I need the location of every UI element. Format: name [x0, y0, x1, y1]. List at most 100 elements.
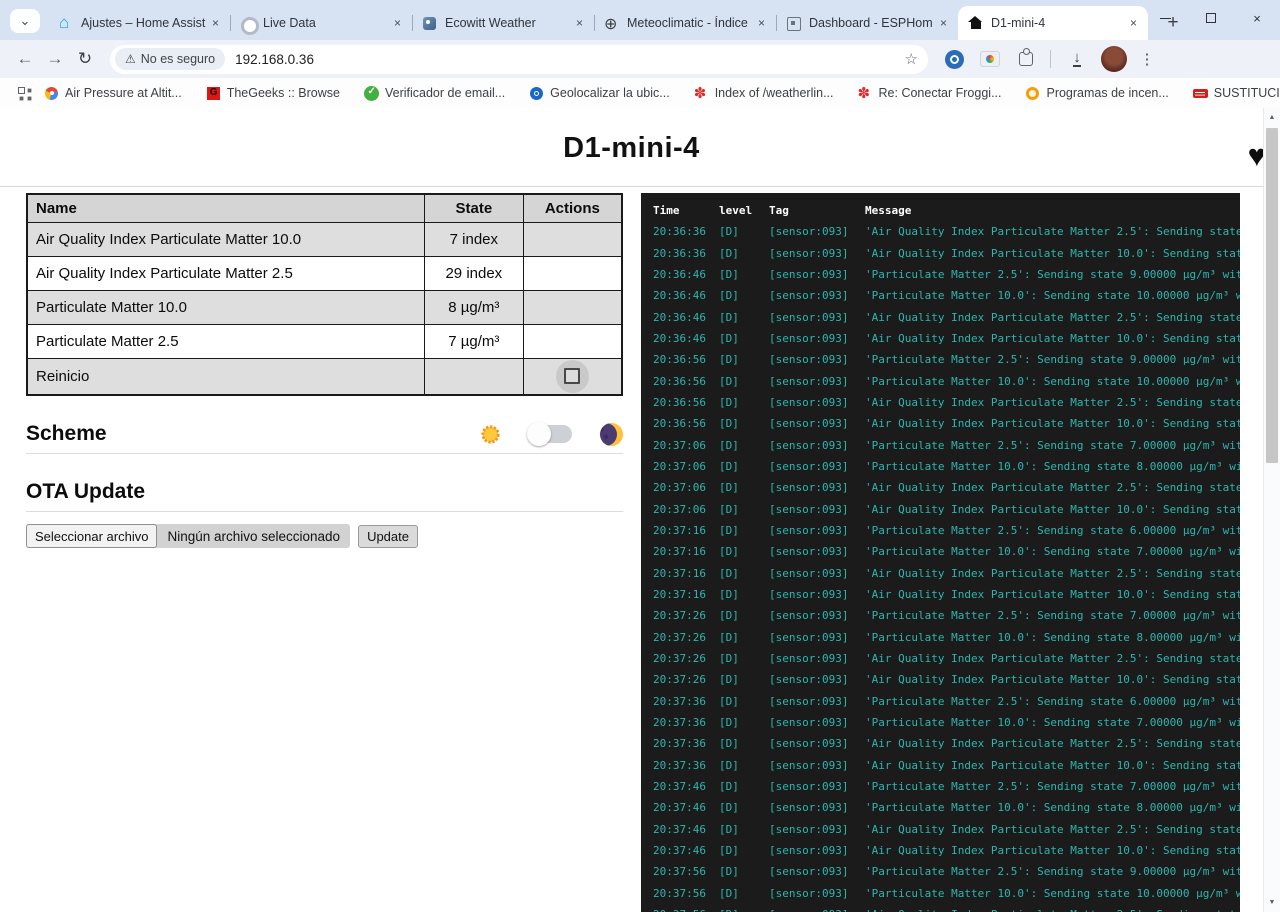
bookmark-item[interactable]: Air Pressure at Altit... — [44, 86, 182, 101]
log-time: 20:37:56 — [653, 865, 719, 878]
choose-file-button[interactable]: Seleccionar archivo — [26, 524, 157, 548]
security-chip[interactable]: ⚠ No es seguro — [115, 48, 225, 70]
log-tag: [sensor:093] — [769, 353, 865, 366]
close-icon[interactable]: × — [391, 16, 404, 30]
close-window-button[interactable]: × — [1234, 0, 1280, 36]
tab-search-button[interactable]: ⌄ — [10, 9, 40, 33]
browser-tab[interactable]: Meteoclimatic - Índice × — [594, 6, 776, 40]
bookmark-item[interactable]: SUSTITUCIÓN MOT... — [1193, 86, 1280, 101]
log-message: 'Particulate Matter 2.5': Sending state … — [865, 780, 1240, 793]
security-label: No es seguro — [141, 52, 215, 66]
log-message: 'Particulate Matter 2.5': Sending state … — [865, 865, 1240, 878]
log-line: 20:36:36 [D] [sensor:093] 'Air Quality I… — [653, 221, 1240, 242]
home-icon — [968, 16, 983, 31]
profile-avatar[interactable] — [1101, 46, 1127, 72]
log-time: 20:36:56 — [653, 353, 719, 366]
reinicio-button[interactable] — [556, 360, 589, 393]
reload-icon[interactable]: ↻ — [70, 49, 100, 69]
extensions-menu-button[interactable] — [1016, 49, 1036, 69]
close-icon[interactable]: × — [755, 16, 768, 30]
log-time: 20:37:26 — [653, 652, 719, 665]
log-line: 20:37:06 [D] [sensor:093] 'Air Quality I… — [653, 477, 1240, 498]
log-header-message: Message — [865, 204, 1240, 217]
log-message: 'Particulate Matter 10.0': Sending state… — [865, 545, 1240, 558]
close-icon[interactable]: × — [573, 16, 586, 30]
warning-icon: ⚠ — [125, 52, 136, 66]
log-line: 20:36:56 [D] [sensor:093] 'Air Quality I… — [653, 413, 1240, 434]
browser-tab[interactable]: Live Data × — [230, 6, 412, 40]
log-message: 'Particulate Matter 10.0': Sending state… — [865, 716, 1240, 729]
log-level: [D] — [719, 545, 769, 558]
close-icon[interactable]: × — [1127, 16, 1140, 30]
scheme-toggle[interactable] — [530, 425, 572, 443]
log-tag: [sensor:093] — [769, 396, 865, 409]
window-controls: × — [1142, 0, 1280, 36]
scrollbar-thumb[interactable] — [1266, 128, 1278, 463]
close-icon[interactable]: × — [937, 16, 950, 30]
log-time: 20:37:16 — [653, 545, 719, 558]
log-time: 20:37:56 — [653, 908, 719, 912]
bookmark-label: Verificador de email... — [385, 86, 505, 100]
log-message: 'Air Quality Index Particulate Matter 2.… — [865, 908, 1240, 912]
downloads-button[interactable]: ↓ — [1067, 49, 1087, 69]
bookmarks-bar: Air Pressure at Altit... TheGeeks :: Bro… — [0, 78, 1280, 108]
log-level: [D] — [719, 908, 769, 912]
sensor-state: 29 index — [424, 256, 523, 290]
red-fan-icon — [694, 86, 709, 101]
browser-tab[interactable]: Ajustes – Home Assist × — [48, 6, 230, 40]
tab-title: Live Data — [263, 16, 391, 30]
log-line: 20:37:56 [D] [sensor:093] 'Air Quality I… — [653, 904, 1240, 912]
log-tag: [sensor:093] — [769, 268, 865, 281]
log-level: [D] — [719, 225, 769, 238]
log-tag: [sensor:093] — [769, 780, 865, 793]
toggle-knob[interactable] — [527, 422, 551, 446]
extension-button[interactable] — [944, 49, 964, 69]
log-tag: [sensor:093] — [769, 332, 865, 345]
forward-icon[interactable]: → — [40, 49, 70, 69]
bookmark-item[interactable]: Verificador de email... — [364, 86, 505, 101]
sensor-name: Reinicio — [27, 358, 424, 395]
log-line: 20:37:26 [D] [sensor:093] 'Particulate M… — [653, 627, 1240, 648]
page-scrollbar[interactable]: ▲ ▼ — [1263, 108, 1280, 912]
chevron-down-icon: ⌄ — [20, 13, 31, 29]
browser-tab[interactable]: Ecowitt Weather × — [412, 6, 594, 40]
bookmark-label: Programas de incen... — [1046, 86, 1168, 100]
browser-menu-button[interactable]: ⋮ — [1139, 50, 1155, 68]
address-bar[interactable]: ⚠ No es seguro 192.168.0.36 ☆ — [110, 45, 928, 74]
sensor-actions — [523, 256, 622, 290]
scroll-up-icon[interactable]: ▲ — [1264, 109, 1280, 126]
browser-tab[interactable]: D1-mini-4 × — [958, 6, 1148, 40]
bookmark-label: Re: Conectar Froggi... — [879, 86, 1002, 100]
log-level: [D] — [719, 460, 769, 473]
scroll-down-icon[interactable]: ▼ — [1264, 894, 1280, 911]
log-message: 'Particulate Matter 10.0': Sending state… — [865, 460, 1240, 473]
bookmark-item[interactable]: TheGeeks :: Browse — [206, 86, 340, 101]
maximize-button[interactable] — [1188, 0, 1234, 36]
bookmark-item[interactable]: Index of /weatherlin... — [694, 86, 834, 101]
log-level: [D] — [719, 823, 769, 836]
log-message: 'Air Quality Index Particulate Matter 10… — [865, 332, 1240, 345]
close-icon[interactable]: × — [209, 16, 222, 30]
url-text[interactable]: 192.168.0.36 — [235, 52, 904, 67]
minimize-button[interactable] — [1142, 0, 1188, 36]
log-tag: [sensor:093] — [769, 460, 865, 473]
log-message: 'Air Quality Index Particulate Matter 10… — [865, 417, 1240, 430]
log-tag: [sensor:093] — [769, 887, 865, 900]
log-line: 20:37:06 [D] [sensor:093] 'Particulate M… — [653, 456, 1240, 477]
sensor-name: Particulate Matter 10.0 — [27, 290, 424, 324]
back-icon[interactable]: ← — [10, 49, 40, 69]
photos-extension-button[interactable] — [980, 49, 1000, 69]
bookmark-item[interactable]: Geolocalizar la ubic... — [529, 86, 670, 101]
browser-tab[interactable]: Dashboard - ESPHom × — [776, 6, 958, 40]
bookmark-item[interactable]: Re: Conectar Froggi... — [858, 86, 1002, 101]
bookmark-item[interactable]: Programas de incen... — [1025, 86, 1168, 101]
log-tag: [sensor:093] — [769, 865, 865, 878]
update-button[interactable]: Update — [358, 525, 418, 548]
log-header-tag: Tag — [769, 204, 865, 217]
log-level: [D] — [719, 588, 769, 601]
file-input[interactable]: Seleccionar archivo Ningún archivo selec… — [26, 524, 350, 548]
bookmark-star-icon[interactable]: ☆ — [905, 50, 918, 68]
log-level: [D] — [719, 396, 769, 409]
log-message: 'Air Quality Index Particulate Matter 10… — [865, 503, 1240, 516]
log-tag: [sensor:093] — [769, 844, 865, 857]
